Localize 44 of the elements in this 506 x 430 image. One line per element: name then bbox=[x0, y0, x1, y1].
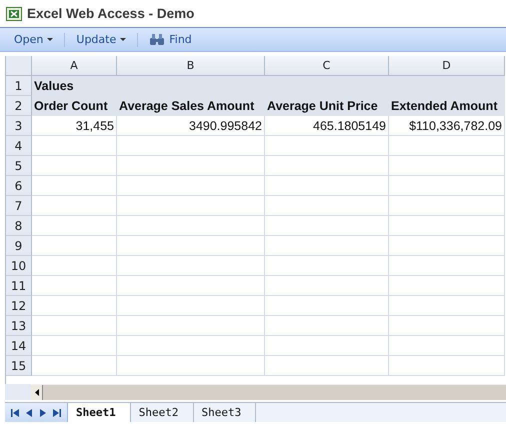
row-header[interactable]: 7 bbox=[6, 196, 32, 216]
binoculars-icon bbox=[149, 33, 166, 46]
table-cell: $110,336,782.09 bbox=[389, 116, 505, 136]
last-icon[interactable] bbox=[53, 408, 61, 416]
table-cell: 465.1805149 bbox=[265, 116, 389, 136]
left-arrow-icon[interactable] bbox=[34, 389, 38, 396]
window-title: Excel Web Access - Demo bbox=[27, 6, 194, 21]
row-header[interactable]: 5 bbox=[6, 156, 32, 176]
menu-button[interactable]: Update bbox=[68, 33, 134, 46]
horizontal-scrollbar[interactable] bbox=[31, 384, 506, 400]
column-header[interactable]: A bbox=[32, 56, 117, 76]
row-header[interactable]: 13 bbox=[6, 316, 32, 336]
spreadsheet-icon bbox=[6, 6, 22, 20]
next-icon[interactable] bbox=[39, 408, 47, 416]
row-header[interactable]: 6 bbox=[6, 176, 32, 196]
sheet-tab[interactable]: Sheet1 bbox=[68, 403, 131, 422]
table-cell: Extended Amount bbox=[389, 96, 505, 116]
row-header[interactable]: 9 bbox=[6, 236, 32, 256]
row-header[interactable]: 3 bbox=[6, 116, 32, 136]
column-header[interactable]: D bbox=[389, 56, 505, 76]
table-cell: Average Unit Price bbox=[265, 96, 389, 116]
table-cell: Values bbox=[32, 76, 117, 96]
table-cell: Order Count bbox=[32, 96, 117, 116]
row-header[interactable]: 12 bbox=[6, 296, 32, 316]
caret-icon bbox=[120, 38, 126, 42]
column-header[interactable]: B bbox=[117, 56, 265, 76]
row-header[interactable]: 15 bbox=[6, 356, 32, 376]
previous-icon[interactable] bbox=[25, 408, 33, 416]
column-header[interactable]: C bbox=[265, 56, 389, 76]
caret-icon bbox=[47, 38, 54, 42]
row-header[interactable]: 10 bbox=[6, 256, 32, 276]
table-cell: 3490.995842 bbox=[117, 116, 265, 136]
menu-button[interactable]: Open bbox=[6, 33, 62, 46]
row-header[interactable]: 14 bbox=[6, 336, 32, 356]
first-icon[interactable] bbox=[11, 408, 19, 416]
row-header[interactable]: 8 bbox=[6, 216, 32, 236]
row-header[interactable]: 4 bbox=[6, 136, 32, 156]
find-button[interactable]: Find bbox=[141, 33, 200, 46]
row-header[interactable]: 1 bbox=[6, 76, 32, 96]
row-header[interactable]: 2 bbox=[6, 96, 32, 116]
row-header[interactable]: 11 bbox=[6, 276, 32, 296]
table-cell: Average Sales Amount bbox=[117, 96, 265, 116]
scrollbar-corner bbox=[5, 384, 31, 400]
table-cell: 31,455 bbox=[32, 116, 117, 136]
